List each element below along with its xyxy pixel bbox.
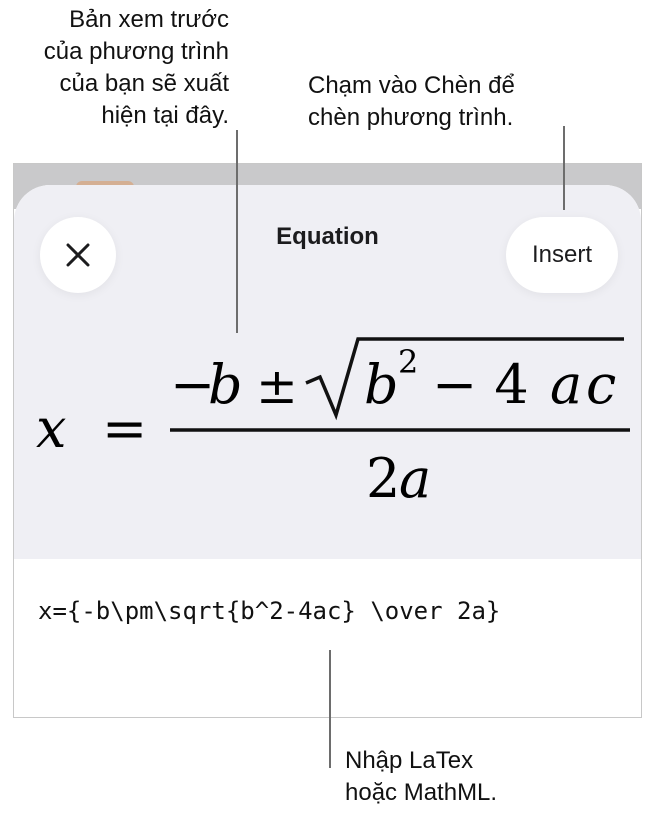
leader-line-preview: [236, 130, 238, 333]
callout-preview-line: của bạn sẽ xuất: [59, 70, 229, 97]
callout-insert-line: Chạm vào Chèn để: [308, 72, 515, 99]
equation-equals: =: [102, 397, 147, 460]
callout-insert-line: chèn phương trình.: [308, 104, 514, 131]
radicand-b: b: [364, 353, 399, 416]
radicand-c: c: [586, 353, 616, 416]
callout-input: Nhập LaTex hoặc MathML.: [345, 745, 497, 809]
close-button[interactable]: [40, 217, 116, 293]
leader-line-insert: [563, 126, 565, 210]
radicand-a: a: [550, 353, 582, 416]
denominator-var: a: [399, 447, 431, 510]
denominator-coef: 2: [366, 447, 400, 510]
callout-preview: Bản xem trước của phương trình của bạn s…: [44, 4, 229, 132]
callout-preview-line: hiện tại đây.: [101, 102, 229, 129]
callout-preview-line: Bản xem trước: [69, 6, 229, 33]
callout-insert: Chạm vào Chèn để chèn phương trình.: [308, 70, 515, 134]
equation-lhs: x: [36, 397, 66, 460]
numerator-pm: ±: [256, 357, 298, 415]
equation-sheet: Equation Insert x = − b ± b 2 − 4 a c 2 …: [14, 185, 641, 717]
equation-preview-area: Equation Insert x = − b ± b 2 − 4 a c 2 …: [14, 185, 641, 559]
latex-input-area[interactable]: x={-b\pm\sqrt{b^2-4ac} \over 2a}: [14, 559, 641, 717]
callout-input-line: hoặc MathML.: [345, 779, 498, 806]
insert-button[interactable]: Insert: [506, 217, 618, 293]
callout-preview-line: của phương trình: [43, 38, 229, 65]
equation-sheet-frame: Equation Insert x = − b ± b 2 − 4 a c 2 …: [13, 163, 642, 718]
radicand-exponent: 2: [398, 343, 418, 381]
leader-line-input: [329, 650, 331, 768]
equation-preview: x = − b ± b 2 − 4 a c 2 a: [36, 337, 630, 510]
close-icon: [66, 243, 90, 267]
radicand-rest: − 4: [432, 353, 529, 416]
numerator-b: b: [208, 353, 243, 416]
latex-input[interactable]: x={-b\pm\sqrt{b^2-4ac} \over 2a}: [38, 597, 500, 625]
insert-button-label: Insert: [531, 241, 593, 268]
callout-input-line: Nhập LaTex: [345, 747, 474, 774]
